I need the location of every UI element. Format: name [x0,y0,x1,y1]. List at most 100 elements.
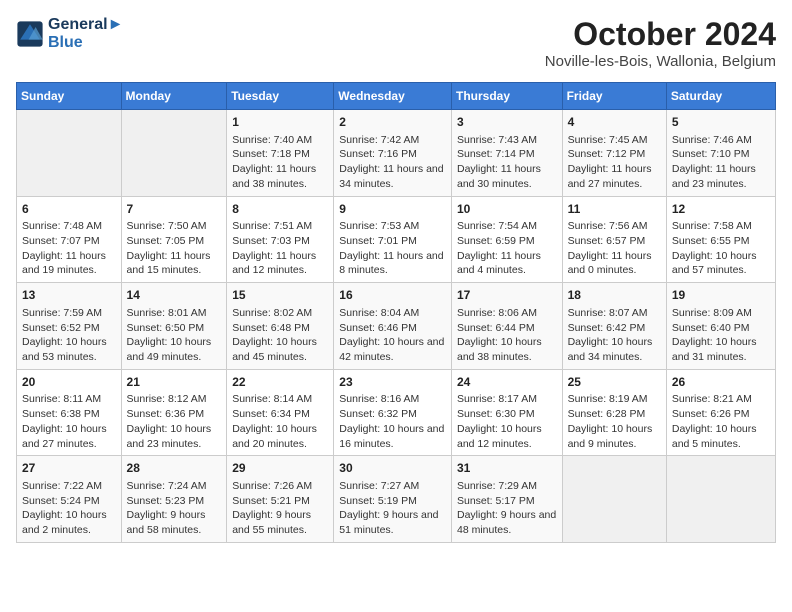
day-detail-line: Sunset: 5:24 PM [22,494,116,509]
day-number: 30 [339,460,446,477]
calendar-cell: 22Sunrise: 8:14 AMSunset: 6:34 PMDayligh… [227,369,334,456]
header-day-saturday: Saturday [666,83,775,110]
day-detail-line: Sunset: 5:19 PM [339,494,446,509]
calendar-cell: 1Sunrise: 7:40 AMSunset: 7:18 PMDaylight… [227,110,334,197]
day-detail-line: Sunrise: 8:07 AM [568,306,661,321]
day-detail-line: Daylight: 10 hours and 38 minutes. [457,335,557,364]
logo-text: General► Blue [48,16,123,52]
day-detail-line: Sunset: 6:50 PM [127,321,222,336]
day-detail-line: Daylight: 10 hours and 5 minutes. [672,422,770,451]
calendar-cell: 7Sunrise: 7:50 AMSunset: 7:05 PMDaylight… [121,196,227,283]
calendar-cell: 10Sunrise: 7:54 AMSunset: 6:59 PMDayligh… [451,196,562,283]
day-detail-line: Daylight: 11 hours and 0 minutes. [568,249,661,278]
calendar-cell: 6Sunrise: 7:48 AMSunset: 7:07 PMDaylight… [17,196,122,283]
calendar-cell: 16Sunrise: 8:04 AMSunset: 6:46 PMDayligh… [334,283,452,370]
day-detail-line: Sunrise: 7:48 AM [22,219,116,234]
day-number: 14 [127,287,222,304]
day-number: 10 [457,201,557,218]
day-number: 31 [457,460,557,477]
day-detail-line: Sunrise: 7:29 AM [457,479,557,494]
calendar-cell: 15Sunrise: 8:02 AMSunset: 6:48 PMDayligh… [227,283,334,370]
calendar-cell: 14 Sunrise: 8:01 AMSunset: 6:50 PMDayligh… [121,283,227,370]
day-number: 8 [232,201,328,218]
page-header: General► Blue October 2024 Noville-les-B… [16,16,776,70]
day-detail-line: Daylight: 9 hours and 48 minutes. [457,508,557,537]
calendar-header: SundayMondayTuesdayWednesdayThursdayFrid… [17,83,776,110]
day-detail-line: Daylight: 11 hours and 4 minutes. [457,249,557,278]
day-detail-line: Sunset: 7:01 PM [339,234,446,249]
day-detail-line: Daylight: 10 hours and 31 minutes. [672,335,770,364]
day-detail-line: Sunset: 6:38 PM [22,407,116,422]
day-detail-line: Daylight: 10 hours and 49 minutes. [127,335,222,364]
calendar-cell [562,456,666,543]
day-detail-line: Sunrise: 8:16 AM [339,392,446,407]
day-number: 21 [127,374,222,391]
day-detail-line: Sunrise: 7:59 AM [22,306,116,321]
header-day-wednesday: Wednesday [334,83,452,110]
day-detail-line: Sunset: 7:12 PM [568,147,661,162]
day-detail-line: Daylight: 10 hours and 53 minutes. [22,335,116,364]
page-subtitle: Noville-les-Bois, Wallonia, Belgium [545,53,776,70]
day-number: 13 [22,287,116,304]
logo-icon [16,20,44,48]
day-detail-line: Sunset: 6:46 PM [339,321,446,336]
week-row-5: 27Sunrise: 7:22 AMSunset: 5:24 PMDayligh… [17,456,776,543]
day-detail-line: Sunrise: 8:02 AM [232,306,328,321]
day-number: 19 [672,287,770,304]
day-detail-line: Sunset: 5:21 PM [232,494,328,509]
day-number: 20 [22,374,116,391]
day-detail-line: Daylight: 11 hours and 8 minutes. [339,249,446,278]
day-detail-line: Daylight: 9 hours and 51 minutes. [339,508,446,537]
week-row-1: 1Sunrise: 7:40 AMSunset: 7:18 PMDaylight… [17,110,776,197]
header-row: SundayMondayTuesdayWednesdayThursdayFrid… [17,83,776,110]
day-number: 24 [457,374,557,391]
day-detail-line: Sunset: 6:26 PM [672,407,770,422]
day-detail-line: Sunset: 7:03 PM [232,234,328,249]
calendar-cell: 18 Sunrise: 8:07 AMSunset: 6:42 PMDayligh… [562,283,666,370]
header-day-monday: Monday [121,83,227,110]
day-detail-line: Daylight: 11 hours and 30 minutes. [457,162,557,191]
calendar-cell: 8Sunrise: 7:51 AMSunset: 7:03 PMDaylight… [227,196,334,283]
day-detail-line: Sunrise: 7:26 AM [232,479,328,494]
day-number: 4 [568,114,661,131]
day-detail-line: Daylight: 10 hours and 34 minutes. [568,335,661,364]
header-day-tuesday: Tuesday [227,83,334,110]
day-detail-line: Sunrise: 7:42 AM [339,133,446,148]
day-detail-line: Sunrise: 8:14 AM [232,392,328,407]
day-detail-line: Sunrise: 8:12 AM [127,392,222,407]
day-number: 18 [568,287,661,304]
calendar-cell: 29 Sunrise: 7:26 AMSunset: 5:21 PMDayligh… [227,456,334,543]
day-detail-line: Sunrise: 8:01 AM [127,306,222,321]
week-row-2: 6Sunrise: 7:48 AMSunset: 7:07 PMDaylight… [17,196,776,283]
day-detail-line: Sunrise: 7:50 AM [127,219,222,234]
day-detail-line: Sunset: 6:28 PM [568,407,661,422]
day-number: 5 [672,114,770,131]
day-number: 29 [232,460,328,477]
day-detail-line: Sunrise: 8:04 AM [339,306,446,321]
calendar-cell [17,110,122,197]
day-detail-line: Daylight: 11 hours and 27 minutes. [568,162,661,191]
calendar-cell: 20Sunrise: 8:11 AMSunset: 6:38 PMDayligh… [17,369,122,456]
day-detail-line: Sunrise: 7:40 AM [232,133,328,148]
day-detail-line: Sunset: 6:34 PM [232,407,328,422]
day-detail-line: Daylight: 10 hours and 2 minutes. [22,508,116,537]
day-detail-line: Sunrise: 7:54 AM [457,219,557,234]
calendar-cell: 27Sunrise: 7:22 AMSunset: 5:24 PMDayligh… [17,456,122,543]
day-detail-line: Sunset: 7:14 PM [457,147,557,162]
calendar-cell: 9Sunrise: 7:53 AMSunset: 7:01 PMDaylight… [334,196,452,283]
calendar-cell: 13 Sunrise: 7:59 AMSunset: 6:52 PMDayligh… [17,283,122,370]
day-detail-line: Daylight: 9 hours and 55 minutes. [232,508,328,537]
day-detail-line: Sunset: 6:30 PM [457,407,557,422]
day-detail-line: Sunset: 5:23 PM [127,494,222,509]
day-detail-line: Sunset: 6:42 PM [568,321,661,336]
day-detail-line: Sunset: 6:52 PM [22,321,116,336]
day-detail-line: Sunrise: 8:09 AM [672,306,770,321]
day-detail-line: Daylight: 10 hours and 27 minutes. [22,422,116,451]
calendar-cell: 30Sunrise: 7:27 AMSunset: 5:19 PMDayligh… [334,456,452,543]
day-detail-line: Daylight: 10 hours and 42 minutes. [339,335,446,364]
day-detail-line: Sunset: 6:48 PM [232,321,328,336]
day-detail-line: Daylight: 11 hours and 12 minutes. [232,249,328,278]
calendar-body: 1Sunrise: 7:40 AMSunset: 7:18 PMDaylight… [17,110,776,543]
title-block: October 2024 Noville-les-Bois, Wallonia,… [545,16,776,70]
day-detail-line: Daylight: 11 hours and 34 minutes. [339,162,446,191]
